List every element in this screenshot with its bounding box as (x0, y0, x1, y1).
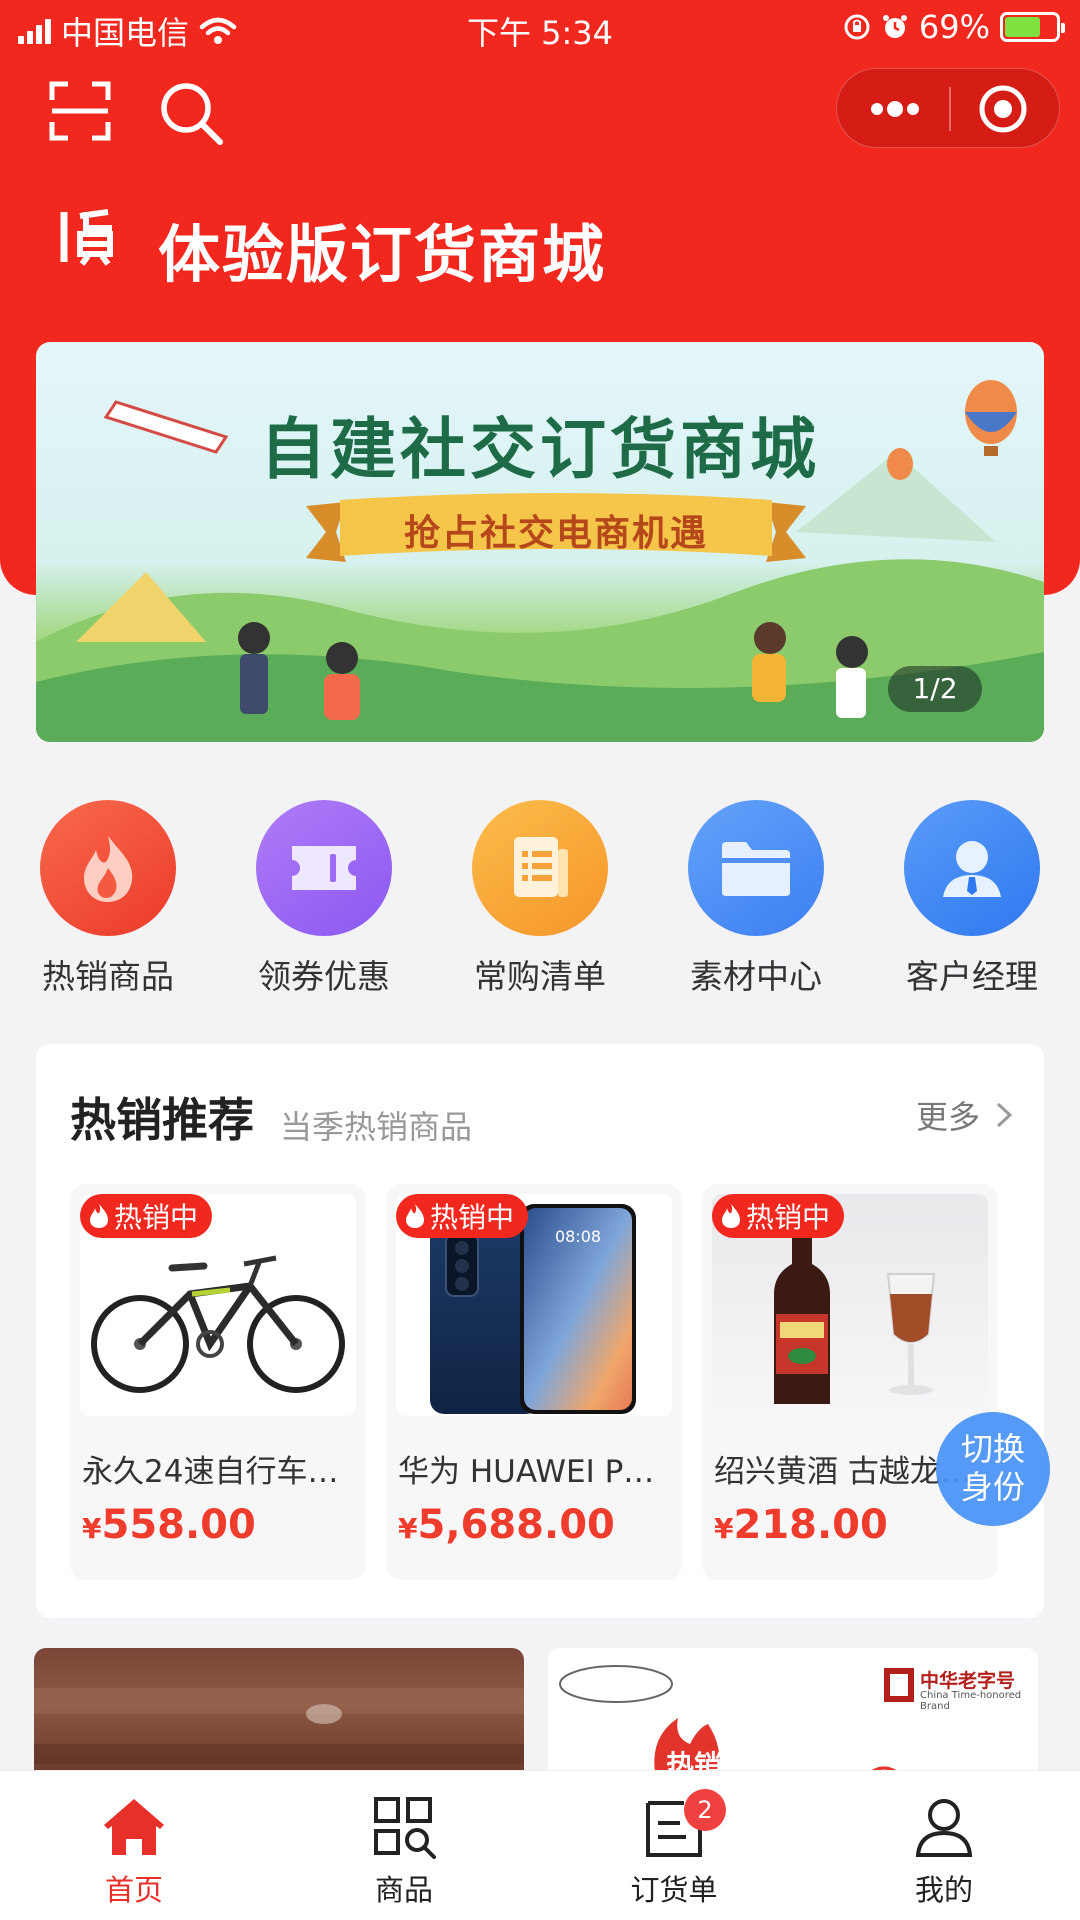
section-subtitle: 当季热销商品 (280, 1108, 473, 1146)
capsule-divider (949, 87, 951, 131)
list-icon (472, 800, 608, 936)
bottom-tab-bar: 首页 商品 2 订货单 我的 (0, 1770, 1080, 1920)
brand-sublabel: China Time-honored Brand (920, 1690, 1022, 1712)
more-link[interactable]: 更多 (916, 1092, 980, 1138)
brand-label: 中华老字号 (920, 1670, 1016, 1692)
tab-label: 商品 (374, 1873, 433, 1907)
close-miniprogram-icon[interactable] (977, 83, 1029, 135)
rotation-lock-icon (844, 14, 870, 40)
tab-label: 首页 (104, 1873, 163, 1907)
quick-nav: 热销商品 领券优惠 常购清单 素材中心 客户经理 (0, 800, 1080, 1000)
tab-label: 订货单 (630, 1873, 718, 1907)
price-value: 558.00 (101, 1502, 256, 1548)
tab-home[interactable]: 首页 (54, 1793, 214, 1909)
product-name: 永久24速自行车… (82, 1454, 339, 1490)
nav-label: 常购清单 (474, 957, 606, 996)
store-logo-icon (60, 209, 113, 266)
switch-role-button[interactable]: 切换 身份 (936, 1412, 1050, 1526)
nav-label: 热销商品 (42, 957, 174, 996)
price-value: 5,688.00 (417, 1502, 615, 1548)
nav-label: 客户经理 (906, 957, 1038, 996)
banner-title: 自建社交订货商城 (260, 411, 820, 488)
folder-icon (688, 800, 824, 936)
search-icon[interactable] (156, 78, 226, 148)
hot-tag: 热销中 (80, 1194, 213, 1238)
product-price: ¥558.00 (82, 1502, 256, 1548)
currency-symbol: ¥ (398, 1512, 418, 1545)
battery-fill (1005, 17, 1040, 37)
chevron-right-icon[interactable] (994, 1100, 1014, 1130)
profile-icon (915, 1799, 973, 1857)
section-title: 热销推荐 (70, 1093, 254, 1147)
promo-card-left[interactable] (34, 1648, 524, 1778)
hot-tag-label: 热销中 (114, 1201, 199, 1234)
promo-card-right[interactable]: 中华老字号 China Time-honored Brand 热销 (548, 1648, 1038, 1778)
hot-tag: 热销中 (396, 1194, 529, 1238)
promo-banner[interactable]: 自建社交订货商城 抢占社交电商机遇 1/2 (36, 342, 1044, 742)
product-card[interactable]: 热销中 绍兴黄酒 古越龙… ¥218.00 (702, 1184, 998, 1580)
store-title: 体验版订货商城 (158, 218, 607, 291)
switch-role-line1: 切换 (960, 1430, 1025, 1468)
nav-coupons[interactable]: 领券优惠 (244, 800, 404, 998)
order-count-badge: 2 (684, 1789, 726, 1831)
nav-label: 素材中心 (690, 957, 822, 996)
tab-products[interactable]: 商品 (324, 1793, 484, 1909)
nav-label: 领券优惠 (258, 957, 390, 996)
nav-account-manager[interactable]: 客户经理 (892, 800, 1052, 998)
status-bar: 中国电信 下午 5:34 69% (0, 0, 1080, 56)
hot-tag-label: 热销中 (430, 1201, 515, 1234)
product-price: ¥5,688.00 (398, 1502, 615, 1548)
tab-label: 我的 (914, 1873, 973, 1907)
banner-subtitle: 抢占社交电商机遇 (403, 513, 708, 554)
battery-percent: 69% (918, 8, 990, 46)
hot-tag: 热销中 (712, 1194, 845, 1238)
svg-text:08:08: 08:08 (555, 1227, 601, 1246)
more-icon[interactable] (867, 93, 923, 125)
hot-recommend-section: 热销推荐 当季热销商品 更多 热销中 永久24速自行车… ¥558.00 08:… (36, 1044, 1044, 1618)
product-name: 华为 HUAWEI P4… (398, 1454, 674, 1490)
currency-symbol: ¥ (82, 1512, 102, 1545)
products-icon (374, 1797, 436, 1859)
tab-profile[interactable]: 我的 (864, 1793, 1024, 1909)
battery-icon (1000, 12, 1065, 42)
nav-frequent-list[interactable]: 常购清单 (460, 800, 620, 998)
tab-order-list[interactable]: 2 订货单 (594, 1789, 754, 1909)
alarm-icon (882, 15, 907, 38)
hot-tag-label: 热销中 (746, 1201, 831, 1234)
nav-hot-products[interactable]: 热销商品 (28, 800, 188, 998)
manager-icon (904, 800, 1040, 936)
home-icon (104, 1799, 164, 1855)
flame-icon (40, 800, 176, 936)
scan-icon[interactable] (48, 80, 112, 142)
switch-role-line2: 身份 (960, 1468, 1025, 1506)
flame-icon (722, 1204, 740, 1228)
product-card[interactable]: 08:08 热销中 华为 HUAWEI P4… ¥5,688.00 (386, 1184, 682, 1580)
banner-page-indicator: 1/2 (888, 666, 982, 712)
nav-material-center[interactable]: 素材中心 (676, 800, 836, 998)
price-value: 218.00 (733, 1502, 888, 1548)
flame-icon (90, 1204, 108, 1228)
coupon-icon (256, 800, 392, 936)
product-card[interactable]: 热销中 永久24速自行车… ¥558.00 (70, 1184, 366, 1580)
wood-texture-image (34, 1688, 524, 1764)
flame-icon (406, 1204, 424, 1228)
product-price: ¥218.00 (714, 1502, 888, 1548)
miniprogram-capsule (836, 68, 1060, 148)
status-right: 69% (843, 8, 1065, 46)
currency-symbol: ¥ (714, 1512, 734, 1545)
